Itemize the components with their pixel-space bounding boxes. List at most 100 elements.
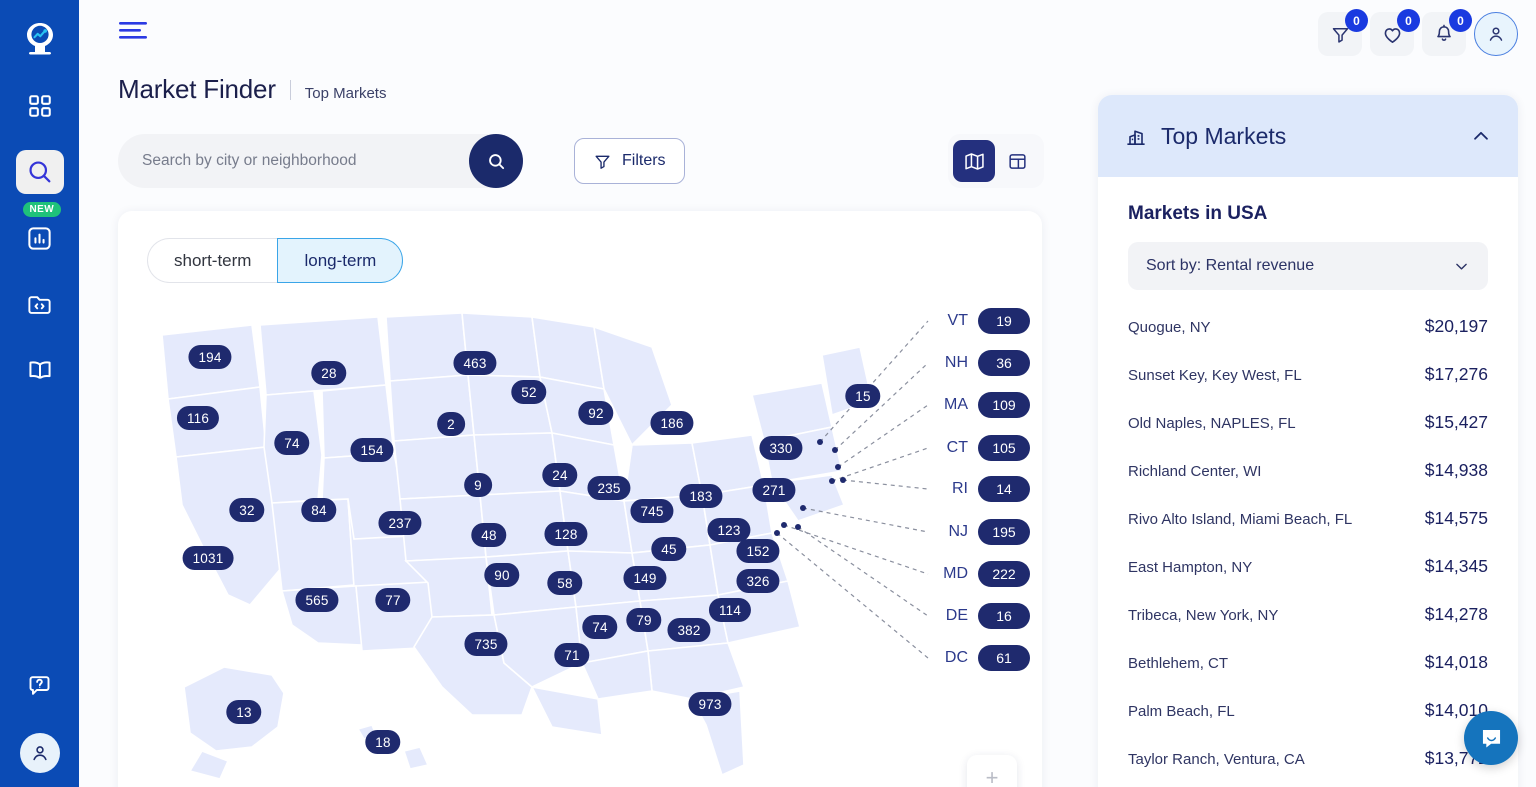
sidebar-item-market-finder[interactable] xyxy=(15,150,64,194)
state-callout[interactable]: MD 222 xyxy=(938,561,1030,587)
sidebar-account-avatar[interactable] xyxy=(19,733,60,773)
state-pill[interactable]: 71 xyxy=(554,643,590,667)
state-pill[interactable]: 382 xyxy=(667,618,711,642)
callout-value-pill: 14 xyxy=(978,476,1030,502)
state-pill[interactable]: 24 xyxy=(542,463,578,487)
state-pill[interactable]: 463 xyxy=(453,351,497,375)
state-pill[interactable]: 18 xyxy=(365,730,401,754)
market-list-item[interactable]: Palm Beach, FL $14,010 xyxy=(1128,700,1488,748)
state-pill[interactable]: 15 xyxy=(845,384,881,408)
state-pill[interactable]: 79 xyxy=(626,608,662,632)
state-pill[interactable]: 237 xyxy=(378,511,422,535)
state-pill[interactable]: 186 xyxy=(650,411,694,435)
state-callout[interactable]: DE 16 xyxy=(938,603,1030,629)
state-pill[interactable]: 973 xyxy=(688,692,732,716)
state-callout[interactable]: NH 36 xyxy=(938,350,1030,376)
callout-state-abbr: NJ xyxy=(948,523,968,540)
state-pill[interactable]: 52 xyxy=(511,380,547,404)
state-pill[interactable]: 114 xyxy=(708,598,752,622)
state-pill[interactable]: 1031 xyxy=(182,546,234,570)
state-pill[interactable]: 271 xyxy=(752,478,796,502)
term-option-long[interactable]: long-term xyxy=(277,238,404,283)
market-list-item[interactable]: Taylor Ranch, Ventura, CA $13,772 xyxy=(1128,748,1488,787)
map-zoom-in-button[interactable]: + xyxy=(967,755,1017,787)
state-pill[interactable]: 326 xyxy=(736,569,780,593)
state-pill[interactable]: 128 xyxy=(544,522,588,546)
state-pill[interactable]: 152 xyxy=(736,539,780,563)
sidebar-item-api[interactable] xyxy=(16,282,64,326)
state-pill[interactable]: 84 xyxy=(301,498,337,522)
state-pill[interactable]: 13 xyxy=(226,700,262,724)
state-callout[interactable]: MA 109 xyxy=(938,392,1030,418)
term-option-short[interactable]: short-term xyxy=(147,238,278,283)
state-pill[interactable]: 565 xyxy=(295,588,339,612)
state-pill[interactable]: 90 xyxy=(484,563,520,587)
search-input[interactable] xyxy=(142,152,452,170)
state-pill[interactable]: 330 xyxy=(759,436,803,460)
filters-button[interactable]: Filters xyxy=(574,138,685,184)
market-list-item[interactable]: Richland Center, WI $14,938 xyxy=(1128,460,1488,508)
state-pill[interactable]: 58 xyxy=(547,571,583,595)
state-pill[interactable]: 745 xyxy=(630,499,674,523)
state-callout[interactable]: NJ 195 xyxy=(938,519,1030,545)
chevron-up-icon[interactable] xyxy=(1470,125,1492,147)
state-pill[interactable]: 74 xyxy=(274,431,310,455)
state-pill[interactable]: 74 xyxy=(582,615,618,639)
market-list-item[interactable]: East Hampton, NY $14,345 xyxy=(1128,556,1488,604)
notifications-button[interactable]: 0 xyxy=(1422,9,1472,56)
page-title: Market Finder xyxy=(118,74,276,104)
callout-value-pill: 19 xyxy=(978,308,1030,334)
state-pill[interactable]: 116 xyxy=(176,406,220,430)
chat-bubble-icon xyxy=(1482,729,1500,747)
map-visualization[interactable]: 194 28 463 52 116 74 154 2 92 186 9 24 235 183 330 271 3… xyxy=(118,295,1042,787)
state-pill[interactable]: 32 xyxy=(229,498,265,522)
market-list-item[interactable]: Old Naples, NAPLES, FL $15,427 xyxy=(1128,412,1488,460)
profile-button[interactable] xyxy=(1474,12,1518,56)
state-pill[interactable]: 235 xyxy=(587,476,631,500)
sidebar-item-dashboard[interactable] xyxy=(16,84,64,128)
top-markets-panel: Top Markets Markets in USA Sort by: Rent… xyxy=(1098,95,1518,787)
state-callout[interactable]: RI 14 xyxy=(938,476,1030,502)
market-list-item[interactable]: Sunset Key, Key West, FL $17,276 xyxy=(1128,364,1488,412)
hamburger-menu-button[interactable] xyxy=(119,20,149,47)
panel-header[interactable]: Top Markets xyxy=(1098,95,1518,177)
callout-value-pill: 61 xyxy=(978,645,1030,671)
market-list-item[interactable]: Bethlehem, CT $14,018 xyxy=(1128,652,1488,700)
state-pill[interactable]: 92 xyxy=(578,401,614,425)
sidebar-item-analytics[interactable]: NEW xyxy=(16,202,64,260)
state-pill[interactable]: 2 xyxy=(437,412,465,436)
state-pill[interactable]: 149 xyxy=(623,566,667,590)
state-callout[interactable]: CT 105 xyxy=(938,435,1030,461)
market-value: $14,345 xyxy=(1424,556,1488,576)
grid-dashboard-icon xyxy=(28,95,51,117)
market-list-item[interactable]: Tribeca, New York, NY $14,278 xyxy=(1128,604,1488,652)
favorites-button[interactable]: 0 xyxy=(1370,9,1420,56)
state-pill[interactable]: 123 xyxy=(707,518,751,542)
state-pill[interactable]: 9 xyxy=(464,473,492,497)
sidebar-item-help[interactable] xyxy=(16,663,64,707)
chat-widget-button[interactable] xyxy=(1464,711,1518,765)
state-pill[interactable]: 183 xyxy=(679,484,723,508)
state-callout[interactable]: DC 61 xyxy=(938,645,1030,671)
market-value: $14,938 xyxy=(1424,460,1488,480)
user-avatar-icon xyxy=(1489,27,1503,41)
view-mode-map[interactable] xyxy=(953,140,996,182)
sidebar-item-docs[interactable] xyxy=(16,348,64,392)
callout-value-pill: 105 xyxy=(978,435,1030,461)
app-logo[interactable] xyxy=(17,16,63,62)
search-submit-button[interactable] xyxy=(469,134,523,188)
market-list-item[interactable]: Rivo Alto Island, Miami Beach, FL $14,575 xyxy=(1128,508,1488,556)
sort-by-select[interactable]: Sort by: Rental revenue xyxy=(1128,242,1488,290)
view-mode-table[interactable] xyxy=(997,140,1039,182)
market-list-item[interactable]: Quogue, NY $20,197 xyxy=(1128,316,1488,364)
state-pill[interactable]: 28 xyxy=(311,361,347,385)
state-callout[interactable]: VT 19 xyxy=(938,308,1030,334)
callout-value-pill: 195 xyxy=(978,519,1030,545)
state-pill[interactable]: 735 xyxy=(464,632,508,656)
state-pill[interactable]: 194 xyxy=(188,345,232,369)
state-pill[interactable]: 48 xyxy=(471,523,507,547)
state-pill[interactable]: 77 xyxy=(375,588,411,612)
state-pill[interactable]: 45 xyxy=(651,537,687,561)
state-pill[interactable]: 154 xyxy=(350,438,394,462)
filter-button[interactable]: 0 xyxy=(1318,9,1368,56)
